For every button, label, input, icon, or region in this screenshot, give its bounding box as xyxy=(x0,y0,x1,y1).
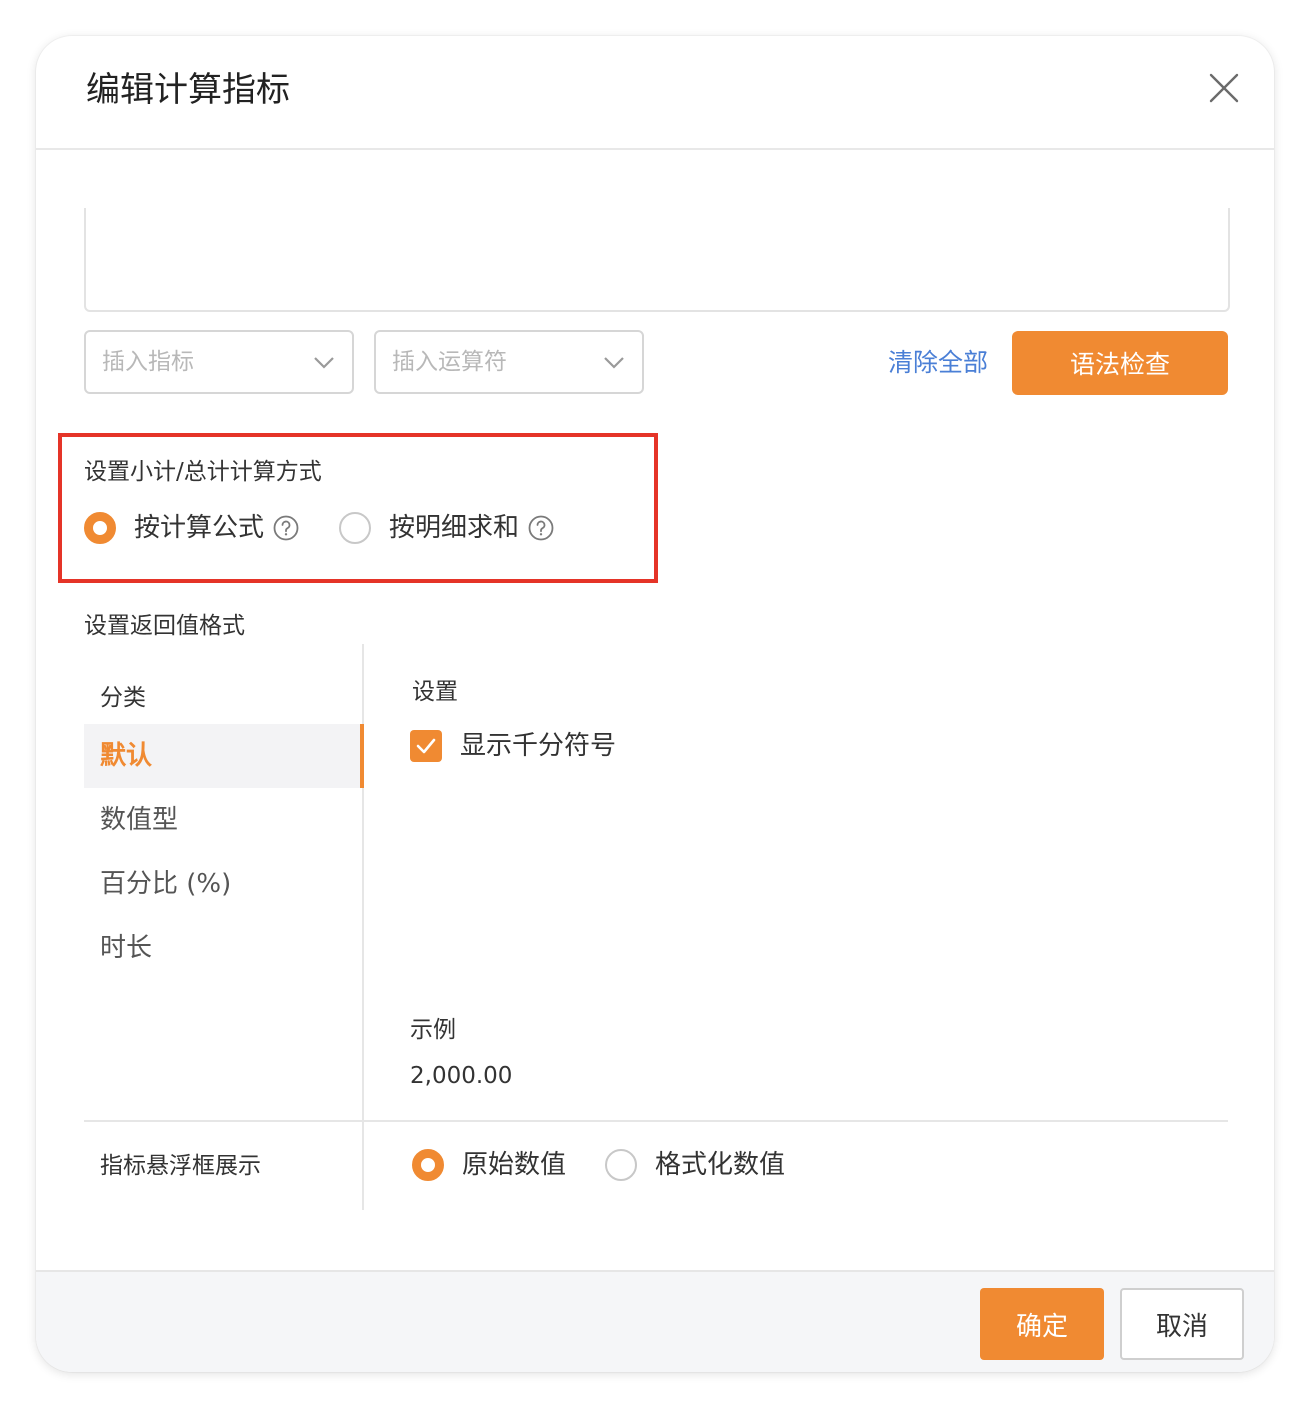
insert-operator-placeholder: 插入运算符 xyxy=(392,349,507,375)
category-label: 数值型 xyxy=(100,805,179,835)
example-label: 示例 xyxy=(410,1017,456,1043)
radio-label: 格式化数值 xyxy=(655,1150,786,1180)
edit-metric-dialog: 编辑计算指标 插入指标 插入运算符 清除全部 语法检查 设置小计/总计计算方式 … xyxy=(36,36,1274,1372)
close-button[interactable] xyxy=(1206,70,1242,106)
insert-operator-select[interactable]: 插入运算符 xyxy=(374,330,644,394)
category-item-numeric[interactable]: 数值型 xyxy=(84,788,362,852)
help-icon[interactable] xyxy=(527,514,555,542)
chevron-down-icon xyxy=(604,357,624,369)
tooltip-display-label: 指标悬浮框展示 xyxy=(100,1153,261,1179)
insert-metric-select[interactable]: 插入指标 xyxy=(84,330,354,394)
subtotal-option-detail-sum[interactable]: 按明细求和 xyxy=(339,510,555,546)
dialog-header: 编辑计算指标 xyxy=(36,36,1274,150)
category-item-percent[interactable]: 百分比 (%) xyxy=(84,852,362,916)
section-divider xyxy=(84,1120,1228,1122)
category-item-default[interactable]: 默认 xyxy=(84,724,364,788)
category-label: 时长 xyxy=(100,933,153,963)
example-value: 2,000.00 xyxy=(410,1063,513,1089)
subtotal-option-formula[interactable]: 按计算公式 xyxy=(84,510,300,546)
ok-button[interactable]: 确定 xyxy=(980,1288,1104,1360)
dialog-title: 编辑计算指标 xyxy=(86,70,290,110)
radio-button[interactable] xyxy=(605,1149,637,1181)
radio-button-selected[interactable] xyxy=(412,1149,444,1181)
thousands-separator-label[interactable]: 显示千分符号 xyxy=(460,728,616,764)
category-label: 默认 xyxy=(100,741,153,771)
cancel-button[interactable]: 取消 xyxy=(1120,1288,1244,1360)
category-label: 百分比 (%) xyxy=(100,869,232,899)
insert-metric-placeholder: 插入指标 xyxy=(102,349,194,375)
category-header: 分类 xyxy=(100,685,146,711)
subtotal-method-label: 设置小计/总计计算方式 xyxy=(84,459,322,485)
category-item-duration[interactable]: 时长 xyxy=(84,916,362,980)
dialog-footer: 确定 取消 xyxy=(36,1270,1274,1372)
return-format-label: 设置返回值格式 xyxy=(84,613,245,639)
category-column: 分类 默认 数值型 百分比 (%) 时长 xyxy=(84,644,364,1210)
radio-label: 按明细求和 xyxy=(389,513,520,543)
syntax-check-button[interactable]: 语法检查 xyxy=(1012,331,1228,395)
thousands-separator-checkbox[interactable] xyxy=(410,730,442,762)
tooltip-option-raw[interactable]: 原始数值 xyxy=(412,1147,566,1183)
check-icon xyxy=(416,738,436,754)
radio-button-selected[interactable] xyxy=(84,512,116,544)
close-icon xyxy=(1209,73,1239,103)
radio-label: 原始数值 xyxy=(462,1150,567,1180)
formula-editor[interactable] xyxy=(84,208,1230,312)
settings-header: 设置 xyxy=(412,679,458,705)
radio-label: 按计算公式 xyxy=(134,513,265,543)
radio-button[interactable] xyxy=(339,512,371,544)
clear-all-link[interactable]: 清除全部 xyxy=(888,346,988,380)
chevron-down-icon xyxy=(314,357,334,369)
tooltip-option-formatted[interactable]: 格式化数值 xyxy=(605,1147,785,1183)
help-icon[interactable] xyxy=(272,514,300,542)
